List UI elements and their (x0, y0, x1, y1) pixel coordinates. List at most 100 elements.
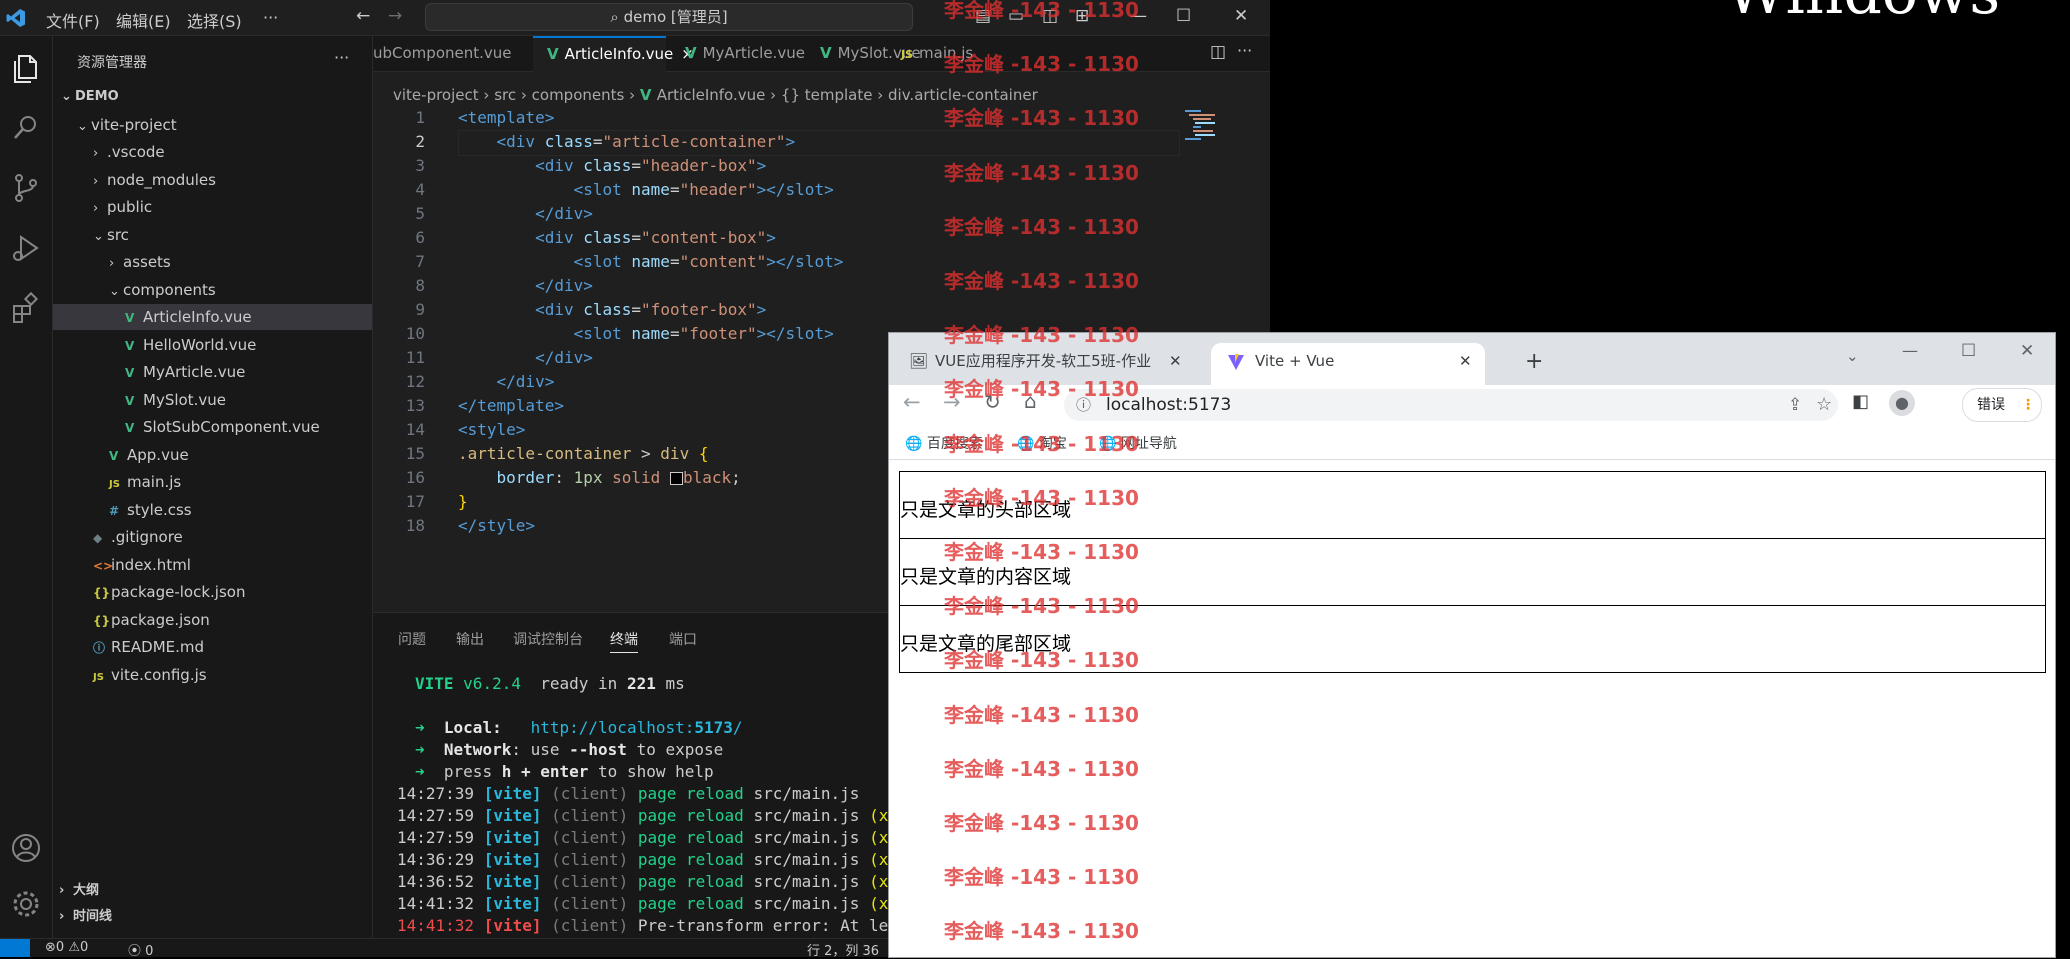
minimize-icon[interactable]: — (1130, 6, 1147, 26)
layout-panel-icon[interactable]: ▤ (975, 6, 991, 26)
panel-tab-terminal[interactable]: 终端 (610, 629, 638, 653)
file-tree-item[interactable]: › public (53, 194, 372, 220)
breadcrumb-item[interactable]: vite-project (393, 86, 479, 104)
close-tab-icon[interactable]: ✕ (1459, 343, 1472, 379)
file-tree-item[interactable]: <>index.html (53, 552, 372, 578)
file-tree-item[interactable]: JS main.js (53, 469, 372, 495)
bookmark-baidu[interactable]: 🌐 百度搜索 (905, 433, 983, 453)
file-tree-item[interactable]: ⌄ components (53, 277, 372, 303)
file-tree-item[interactable]: {}package-lock.json (53, 579, 372, 605)
editor-tab[interactable]: V MyArticle.vue (671, 36, 805, 71)
extensions-icon[interactable] (8, 290, 44, 326)
more-actions-icon[interactable]: ··· (334, 48, 349, 67)
source-control-icon[interactable] (8, 170, 44, 206)
editor-tab[interactable]: V ArticleInfo.vue × (533, 36, 694, 72)
file-tree-item[interactable]: # style.css (53, 497, 372, 523)
outline-section[interactable]: › 大纲 (53, 878, 372, 904)
close-tab-icon[interactable]: ✕ (1169, 343, 1182, 379)
customize-layout-icon[interactable]: ⊞ (1075, 6, 1089, 26)
file-tree-item[interactable]: {}package.json (53, 607, 372, 633)
maximize-icon[interactable]: ☐ (1176, 6, 1191, 26)
breadcrumb-item[interactable]: div.article-container (888, 86, 1038, 104)
reload-icon[interactable]: ↻ (984, 390, 1001, 414)
menu-file[interactable]: 文件(F) (46, 8, 100, 32)
back-arrow-icon[interactable]: ← (356, 6, 370, 26)
title-bar: 文件(F) 编辑(E) 选择(S) ··· ← → ⌕ demo [管理员] ▤… (0, 0, 1270, 36)
menu-more[interactable]: ··· (263, 8, 278, 27)
file-tree-item[interactable]: V MyArticle.vue (53, 359, 372, 385)
share-icon[interactable]: ⇪ (1788, 389, 1802, 421)
breadcrumb-item[interactable]: ArticleInfo.vue (657, 86, 766, 104)
file-tree-item[interactable]: ⌄ src (53, 222, 372, 248)
search-icon: ⌕ (610, 8, 619, 26)
command-center-search[interactable]: ⌕ demo [管理员] (425, 3, 913, 31)
file-tree-item[interactable]: › assets (53, 249, 372, 275)
toggle-panel-icon[interactable]: ▭ (1008, 6, 1024, 26)
side-panel-icon[interactable]: ◧ (1852, 391, 1869, 412)
json-file-icon: {} (93, 613, 111, 628)
cursor-position[interactable]: 行 2，列 36 (807, 940, 879, 959)
close-icon[interactable]: ✕ (1234, 6, 1248, 26)
maximize-icon[interactable]: ☐ (1961, 341, 1976, 361)
editor-tab[interactable]: JS main.js (893, 36, 993, 71)
ports-status[interactable]: ⦿ 0 (128, 940, 153, 959)
forward-arrow-icon[interactable]: → (943, 390, 961, 414)
editor-more-icon[interactable]: ··· (1237, 41, 1252, 60)
file-tree-item[interactable]: V MySlot.vue (53, 387, 372, 413)
code-line: </template> (458, 396, 564, 415)
file-tree-item[interactable]: ⓘ README.md (53, 634, 372, 660)
error-profile-button[interactable]: 错误 ⋮ (1962, 388, 2042, 422)
file-tree-item[interactable]: V HelloWorld.vue (53, 332, 372, 358)
panel-tab-debug-console[interactable]: 调试控制台 (513, 629, 583, 649)
file-tree-item[interactable]: V ArticleInfo.vue (53, 304, 372, 330)
browser-tab-vite-vue[interactable]: Vite + Vue ✕ (1211, 343, 1485, 385)
bookmark-star-icon[interactable]: ☆ (1816, 389, 1832, 421)
forward-arrow-icon[interactable]: → (388, 6, 402, 26)
breadcrumb-separator-icon: › (624, 86, 640, 104)
timeline-section[interactable]: › 时间线 (53, 904, 372, 930)
run-debug-icon[interactable] (8, 230, 44, 266)
file-tree-item[interactable]: V App.vue (53, 442, 372, 468)
close-window-icon[interactable]: ✕ (2020, 341, 2034, 361)
profile-avatar-icon[interactable]: ● (1889, 390, 1915, 416)
panel-tab-output[interactable]: 输出 (456, 629, 484, 649)
file-tree-item[interactable]: ⌄ vite-project (53, 112, 372, 138)
editor-tab[interactable]: ubComponent.vue (373, 36, 528, 71)
file-tree-item[interactable]: ◆ .gitignore (53, 524, 372, 550)
address-bar[interactable]: ⓘ localhost:5173 ⇪ ☆ (1064, 389, 1838, 421)
explorer-icon[interactable] (8, 50, 44, 86)
new-tab-button[interactable]: + (1525, 349, 1543, 374)
home-icon[interactable]: ⌂ (1024, 389, 1037, 413)
terminal-vite-line: VITE v6.2.4 ready in 221 ms (415, 674, 685, 693)
breadcrumb-item[interactable]: src (494, 86, 516, 104)
file-tree-item[interactable]: JS vite.config.js (53, 662, 372, 688)
minimap[interactable] (1181, 108, 1221, 144)
file-tree-item[interactable]: › .vscode (53, 139, 372, 165)
breadcrumb-item[interactable]: components (532, 86, 625, 104)
panel-tab-problems[interactable]: 问题 (398, 629, 426, 649)
panel-tab-ports[interactable]: 端口 (669, 629, 697, 649)
menu-edit[interactable]: 编辑(E) (116, 8, 171, 32)
remote-indicator[interactable] (0, 939, 30, 957)
accounts-icon[interactable] (8, 830, 44, 866)
search-icon[interactable] (8, 110, 44, 146)
settings-gear-icon[interactable] (8, 886, 44, 922)
minimize-icon[interactable]: — (1902, 341, 1918, 360)
file-tree-label: README.md (111, 638, 205, 656)
back-arrow-icon[interactable]: ← (903, 390, 921, 414)
toggle-sidebar-icon[interactable]: ◫ (1042, 6, 1058, 26)
tab-search-icon[interactable]: ⌄ (1846, 347, 1859, 365)
bookmark-nav[interactable]: 🌐 网址导航 (1099, 433, 1177, 453)
file-tree-item[interactable]: › node_modules (53, 167, 372, 193)
explorer-sidebar: 资源管理器 ··· ⌄ DEMO ⌄ vite-project › .vscode › nod… (53, 36, 373, 938)
breadcrumb-item[interactable]: {} template (781, 86, 873, 104)
problems-status[interactable]: ⊗0 ⚠0 (45, 940, 88, 955)
browser-tab-vue-course[interactable]: 🖼 VUE应用程序开发-软工5班-作业 ✕ (907, 343, 1197, 385)
editor-tab[interactable]: V MySlot.vue (806, 36, 921, 71)
menu-selection[interactable]: 选择(S) (187, 8, 242, 32)
split-editor-icon[interactable]: ◫ (1210, 42, 1226, 62)
file-tree-label: package-lock.json (111, 583, 246, 601)
file-tree-item[interactable]: V SlotSubComponent.vue (53, 414, 372, 440)
file-tree-item[interactable]: ⌄ DEMO (53, 84, 372, 110)
bookmark-taobao[interactable]: 🌐 淘宝 (1017, 433, 1067, 453)
